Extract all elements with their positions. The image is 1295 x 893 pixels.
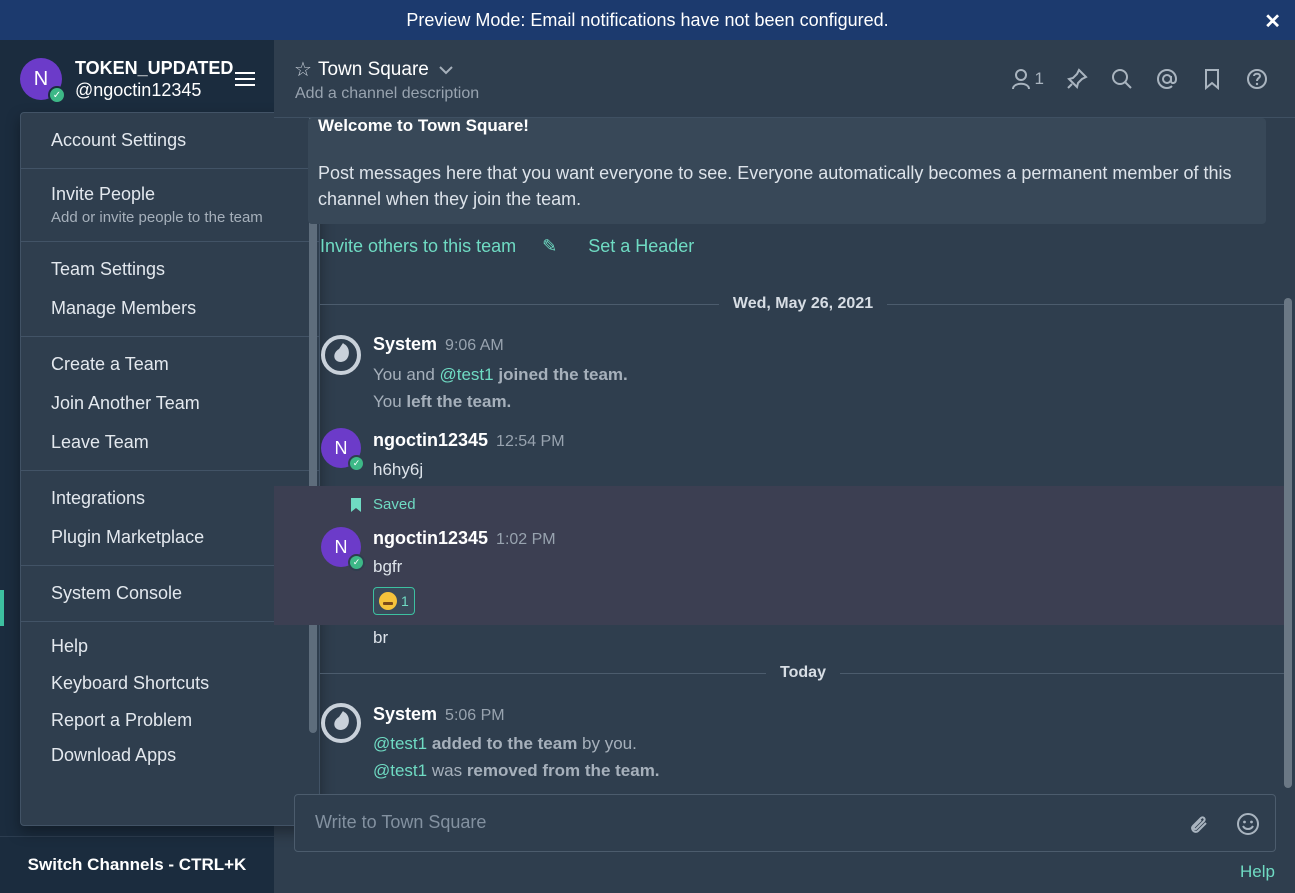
date-separator: Today (320, 663, 1286, 683)
post-time[interactable]: 5:06 PM (445, 707, 505, 724)
bookmark-icon (351, 497, 361, 512)
set-header-link[interactable]: ✎ Set a Header (542, 236, 720, 257)
post-time[interactable]: 9:06 AM (445, 337, 504, 354)
author-name: System (373, 334, 438, 354)
post-message: h6hy6j (373, 460, 424, 479)
active-channel-marker (0, 590, 4, 626)
saved-post: Saved N ✓ ngoctin12345 1:02 PM bgfr 1 (274, 486, 1286, 625)
post-message: You and @test1 joined the team. (373, 365, 628, 385)
date-label: Wed, May 26, 2021 (718, 295, 888, 313)
channel-title-row: ☆ Town Square (294, 57, 453, 82)
pin-icon[interactable] (1065, 67, 1089, 91)
mattermost-logo-icon (321, 335, 361, 375)
channel-header: ☆ Town Square Add a channel description … (274, 40, 1295, 118)
chevron-down-icon[interactable] (439, 62, 453, 78)
avatar-letter: N (334, 536, 348, 557)
avatar-letter: N (334, 437, 348, 458)
channel-header-icons: 1 (990, 67, 1269, 91)
channel-intro: Welcome to Town Square! Post messages he… (308, 118, 1266, 224)
help-icon[interactable] (1245, 67, 1269, 91)
date-label: Today (766, 664, 840, 682)
post-time[interactable]: 12:54 PM (496, 433, 564, 450)
member-list-button[interactable]: 1 (1011, 67, 1044, 91)
post-time[interactable]: 1:02 PM (496, 531, 556, 548)
attachment-icon[interactable] (1186, 812, 1210, 836)
user-info: TOKEN_UPDATED @ngoctin12345 (75, 57, 233, 101)
saved-indicator: Saved (350, 496, 416, 513)
post-author[interactable]: System 5:06 PM (373, 704, 505, 725)
switch-channels-button[interactable]: Switch Channels - CTRL+K (0, 836, 274, 893)
close-icon[interactable]: ✕ (1264, 9, 1281, 34)
post-message: You left the team. (373, 392, 511, 412)
post-message: br (373, 628, 389, 647)
text-span: was (427, 761, 467, 780)
avatar[interactable]: N ✓ (20, 58, 66, 104)
mention-link[interactable]: @test1 (373, 761, 427, 780)
search-icon[interactable] (1110, 67, 1134, 91)
team-name[interactable]: TOKEN_UPDATED (75, 57, 233, 79)
favorite-star-icon[interactable]: ☆ (294, 57, 312, 82)
invite-others-link[interactable]: Invite others to this team (320, 236, 516, 257)
intro-title: Welcome to Town Square! (318, 118, 529, 135)
post: N ✓ ngoctin12345 12:54 PM h6hy6j (274, 423, 1286, 485)
post: System 9:06 AM You and @test1 joined the … (274, 328, 1286, 420)
grimacing-emoji-icon (379, 592, 397, 610)
emoji-picker-icon[interactable] (1236, 812, 1260, 836)
system-avatar (321, 335, 361, 375)
post: System 5:06 PM @test1 added to the team b… (274, 698, 1286, 790)
channel-name[interactable]: Town Square (318, 59, 429, 81)
preview-mode-banner: Preview Mode: Email notifications have n… (0, 0, 1295, 40)
post-author[interactable]: ngoctin12345 1:02 PM (373, 528, 556, 549)
online-status-icon: ✓ (348, 455, 365, 472)
post-message: bgfr (373, 557, 403, 576)
post-message: @test1 added to the team by you. (373, 734, 637, 754)
pencil-icon: ✎ (542, 236, 558, 256)
saved-label: Saved (373, 496, 416, 513)
online-status-icon: ✓ (348, 554, 365, 571)
post-message: @test1 was removed from the team. (373, 761, 660, 781)
hamburger-menu-icon[interactable] (235, 72, 255, 86)
date-separator: Wed, May 26, 2021 (320, 294, 1286, 314)
sidebar-header: N ✓ TOKEN_UPDATED @ngoctin12345 (0, 40, 274, 118)
menu-item-label: Invite People (51, 184, 156, 204)
mattermost-logo-icon (321, 703, 361, 743)
channel-description[interactable]: Add a channel description (295, 85, 479, 103)
user-avatar[interactable]: N ✓ (321, 527, 365, 571)
mention-icon[interactable] (1155, 67, 1179, 91)
post-author[interactable]: System 9:06 AM (373, 334, 504, 355)
intro-links: Invite others to this team ✎ Set a Heade… (320, 236, 746, 257)
reaction-count: 1 (401, 593, 409, 609)
mention-link[interactable]: @test1 (373, 734, 427, 753)
post-list: Welcome to Town Square! Post messages he… (274, 118, 1286, 794)
text-span: added to the team (427, 734, 578, 753)
username: @ngoctin12345 (75, 80, 202, 100)
avatar-letter: N (33, 67, 49, 90)
text-span: by you. (577, 734, 637, 753)
author-name: ngoctin12345 (373, 528, 489, 548)
post-author[interactable]: ngoctin12345 12:54 PM (373, 430, 565, 451)
message-input[interactable] (315, 812, 1135, 833)
text-span: removed from the team. (466, 761, 660, 780)
post-list-scrollbar[interactable] (1284, 298, 1292, 788)
system-avatar (321, 703, 361, 743)
message-composer (294, 794, 1276, 852)
user-avatar[interactable]: N ✓ (321, 428, 365, 472)
text-span: left the team. (406, 392, 512, 411)
text-span: joined the team. (493, 365, 628, 384)
text-span: You and (373, 365, 440, 384)
text-span: You (373, 392, 407, 411)
set-header-label: Set a Header (588, 236, 695, 256)
member-count: 1 (1034, 69, 1044, 88)
member-icon (1011, 69, 1030, 90)
mention-link[interactable]: @test1 (440, 365, 494, 384)
bookmark-icon[interactable] (1200, 67, 1224, 91)
author-name: ngoctin12345 (373, 430, 489, 450)
intro-text: Post messages here that you want everyon… (318, 163, 1232, 209)
menu-item-description: Add or invite people to the team (51, 209, 263, 226)
online-status-icon: ✓ (48, 86, 66, 104)
emoji-reaction[interactable]: 1 (373, 587, 415, 615)
help-link[interactable]: Help (1240, 862, 1275, 882)
author-name: System (373, 704, 438, 724)
banner-text: Preview Mode: Email notifications have n… (406, 9, 889, 30)
